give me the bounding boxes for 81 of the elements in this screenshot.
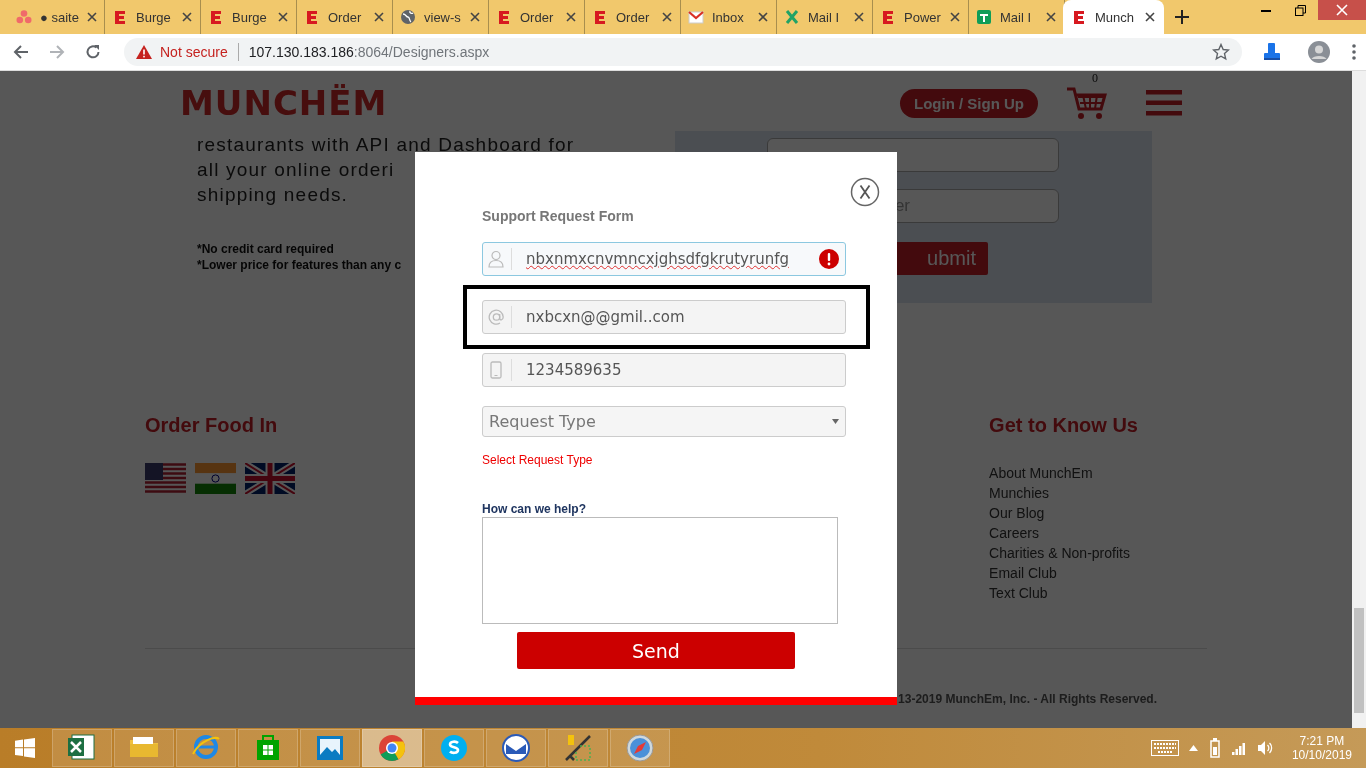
logo-icon <box>1071 9 1087 25</box>
logo-icon <box>304 9 320 25</box>
taskbar-button[interactable] <box>486 729 546 767</box>
close-tab-icon[interactable] <box>950 12 960 22</box>
logo-icon <box>112 9 128 25</box>
error-message: Select Request Type <box>482 453 593 467</box>
envelope-icon <box>688 9 704 25</box>
note-text: *No credit card required <box>197 241 334 257</box>
phone-icon <box>488 361 505 379</box>
cart-count: 0 <box>1092 71 1098 86</box>
form-title: Support Request Form <box>482 208 634 224</box>
footer-heading: Order Food In <box>145 414 279 437</box>
error-icon <box>819 249 839 269</box>
logo-icon <box>208 9 224 25</box>
sheet-icon <box>976 9 992 25</box>
at-sign-icon <box>488 308 505 326</box>
field-label: How can we help? <box>482 502 586 516</box>
dots-icon <box>16 9 32 25</box>
flag-icon[interactable] <box>245 463 295 494</box>
back-arrow-icon[interactable] <box>12 43 30 61</box>
taskbar-button[interactable] <box>238 729 298 767</box>
reload-icon[interactable] <box>84 43 102 61</box>
close-tab-icon[interactable] <box>182 12 192 22</box>
input-field[interactable]: nxbcxn@@gmil..com <box>482 300 846 334</box>
close-tab-icon[interactable] <box>1046 12 1056 22</box>
hero-text: all your online orderi <box>197 158 395 182</box>
close-tab-icon[interactable] <box>86 12 97 22</box>
address-bar[interactable]: Not secure 107.130.183.186:8064/Designers.aspx <box>124 38 1242 66</box>
restore-icon[interactable] <box>1295 4 1306 16</box>
taskbar-button[interactable] <box>300 729 360 767</box>
warning-icon <box>136 45 152 59</box>
profile-avatar-icon[interactable] <box>1308 41 1330 63</box>
browser-icon <box>376 732 408 764</box>
close-icon[interactable] <box>850 177 880 207</box>
cross-icon <box>784 9 800 25</box>
close-tab-icon[interactable] <box>278 12 288 22</box>
menu-dots-icon[interactable] <box>1352 44 1356 60</box>
user-icon <box>488 250 505 268</box>
input-field[interactable]: 1234589635 <box>482 353 846 387</box>
up-arrow-icon[interactable] <box>1188 745 1198 751</box>
url-text[interactable]: 107.130.183.186:8064/Designers.aspx <box>248 44 490 60</box>
logo-icon <box>592 9 608 25</box>
footer-heading: Get to Know Us <box>989 414 1138 437</box>
keyboard-icon[interactable] <box>1150 740 1179 756</box>
mail-icon <box>500 732 532 764</box>
close-tab-icon[interactable] <box>470 12 480 22</box>
scrollbar[interactable] <box>1352 71 1366 728</box>
input-field[interactable]: nbxnmxcnvmncxjghsdfgkrutyrunfg <box>482 242 846 276</box>
signal-icon[interactable] <box>1231 741 1248 755</box>
hero-text: shipping needs. <box>197 183 349 207</box>
dropdown[interactable]: Request Type <box>482 406 846 437</box>
taskbar-button[interactable] <box>52 729 112 767</box>
compass-icon <box>624 732 656 764</box>
logo-icon <box>496 9 512 25</box>
hero-text: restaurants with API and Dashboard for <box>197 133 575 157</box>
battery-icon[interactable] <box>1207 738 1222 758</box>
copyright-text: 13-2019 MunchEm, Inc. - All Rights Reserved. <box>898 692 1157 706</box>
chat-icon <box>438 732 470 764</box>
close-tab-icon[interactable] <box>566 12 576 22</box>
close-tab-icon[interactable] <box>854 12 864 22</box>
globe-icon <box>400 9 416 25</box>
logo-icon <box>880 9 896 25</box>
close-window-button[interactable] <box>1318 0 1366 20</box>
close-tab-icon[interactable] <box>1145 12 1155 22</box>
new-tab-icon[interactable] <box>1175 10 1189 24</box>
send-button[interactable]: Send <box>517 632 795 669</box>
security-label[interactable]: Not secure <box>160 44 228 60</box>
extension-icon[interactable] <box>1262 42 1282 62</box>
close-tab-icon[interactable] <box>758 12 768 22</box>
close-tab-icon[interactable] <box>374 12 384 22</box>
close-tab-icon[interactable] <box>662 12 672 22</box>
start-icon[interactable] <box>15 738 35 758</box>
star-icon[interactable] <box>1212 43 1230 61</box>
scrollbar-thumb[interactable] <box>1354 608 1364 713</box>
close-icon <box>1336 4 1348 16</box>
flag-icon[interactable] <box>145 463 186 494</box>
dropdown-arrow-icon <box>832 419 839 424</box>
taskbar-button[interactable] <box>548 729 608 767</box>
volume-icon[interactable] <box>1257 741 1274 755</box>
note-text: *Lower price for features than any c <box>197 257 402 273</box>
browser-tab[interactable]: Munch <box>1063 0 1164 34</box>
